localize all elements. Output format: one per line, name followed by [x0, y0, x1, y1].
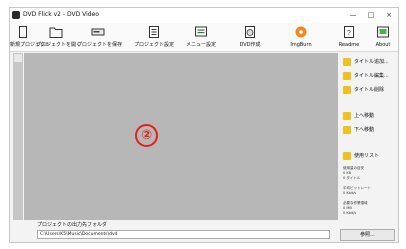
gutter-selection-marker: [14, 54, 22, 62]
readme-button[interactable]: ? Readme: [332, 23, 366, 51]
title-bar: DVD Flick v2 - DVD Video — □ ×: [10, 8, 398, 23]
minimize-button[interactable]: —: [346, 9, 360, 21]
remove-title-icon: [343, 86, 351, 94]
about-label: About: [375, 42, 391, 48]
output-folder-label: プロジェクトの出力先フォルダ: [37, 222, 108, 228]
about-button[interactable]: About: [368, 23, 398, 51]
save-project-button[interactable]: プロジェクトを保存: [77, 23, 123, 51]
imgburn-label: ImgBurn: [290, 42, 312, 48]
project-settings-button[interactable]: プロジェクト設定: [131, 23, 177, 51]
info-line: 0 MB: [343, 206, 352, 210]
svg-text:?: ?: [347, 30, 351, 37]
info-line: 平均ビットレート: [343, 186, 371, 190]
title-list-area[interactable]: ②: [24, 53, 338, 220]
used-list-label: 使用リスト: [354, 153, 380, 159]
title-list-gutter: [13, 53, 23, 220]
browse-button[interactable]: 参照...: [340, 229, 395, 241]
close-button[interactable]: ×: [382, 9, 396, 21]
save-drive-icon: [91, 28, 104, 36]
app-window: DVD Flick v2 - DVD Video — □ × 新規プロジェクト …: [9, 7, 399, 243]
move-down-label: 下へ移動: [354, 127, 375, 133]
readme-icon: ?: [344, 26, 354, 38]
up-arrow-icon: [343, 112, 351, 120]
edit-title-icon: [343, 72, 351, 80]
edit-title-label: タイトル編集...: [354, 73, 389, 79]
add-title-button[interactable]: タイトル追加...: [340, 56, 398, 68]
output-folder-input[interactable]: C:\Users\K5\Music\Documents\dvd: [37, 230, 330, 239]
menu-settings-icon: [195, 26, 207, 37]
move-down-button[interactable]: 下へ移動: [340, 124, 398, 136]
open-project-label: プロジェクトを開く: [36, 42, 82, 48]
remove-title-label: タイトル削除: [354, 87, 385, 93]
maximize-button[interactable]: □: [364, 9, 378, 21]
info-line: 必要な作業領域: [343, 201, 368, 205]
create-dvd-button[interactable]: DVD作成: [233, 23, 267, 51]
move-up-button[interactable]: 上へ移動: [340, 110, 398, 122]
dvd-flick-app-icon: [12, 11, 20, 19]
project-settings-label: プロジェクト設定: [133, 42, 174, 48]
info-line: 0 KB: [343, 171, 352, 175]
remove-title-button[interactable]: タイトル削除: [340, 84, 398, 96]
create-dvd-icon: [245, 26, 255, 38]
add-title-icon: [343, 58, 351, 66]
annotation-marker-2: ②: [135, 124, 158, 147]
imgburn-icon: [295, 26, 307, 38]
menu-settings-label: メニュー設定: [185, 42, 216, 48]
side-panel: タイトル追加... タイトル編集... タイトル削除 上へ移動 下へ移動 使用リ…: [340, 53, 398, 220]
about-icon: [377, 26, 389, 38]
move-up-label: 上へ移動: [354, 113, 375, 119]
info-line: 使用量の目安: [343, 166, 364, 170]
new-document-icon: [18, 26, 27, 38]
open-folder-icon: [49, 27, 63, 38]
open-project-button[interactable]: プロジェクトを開く: [36, 23, 82, 51]
imgburn-button[interactable]: ImgBurn: [284, 23, 318, 51]
down-arrow-icon: [343, 126, 351, 134]
edit-title-button[interactable]: タイトル編集...: [340, 70, 398, 82]
list-icon: [343, 152, 351, 160]
add-title-label: タイトル追加...: [354, 59, 389, 65]
project-settings-icon: [149, 26, 159, 38]
window-title: DVD Flick v2 - DVD Video: [23, 11, 99, 18]
menu-settings-button[interactable]: メニュー設定: [183, 23, 219, 51]
new-project-button[interactable]: 新規プロジェクト: [10, 23, 51, 51]
info-line: 0 Kbit/s: [343, 211, 357, 215]
info-line: 0 タイトル: [343, 176, 361, 180]
new-project-label: 新規プロジェクト: [10, 42, 51, 48]
info-line: 0 Kbit/s: [343, 191, 357, 195]
toolbar: 新規プロジェクト プロジェクトを開く プロジェクトを保存 プロジェクト設定 メニ…: [10, 23, 398, 52]
create-dvd-label: DVD作成: [239, 42, 261, 48]
save-project-label: プロジェクトを保存: [77, 42, 123, 48]
readme-label: Readme: [338, 42, 360, 48]
used-list-button[interactable]: 使用リスト: [340, 150, 398, 162]
